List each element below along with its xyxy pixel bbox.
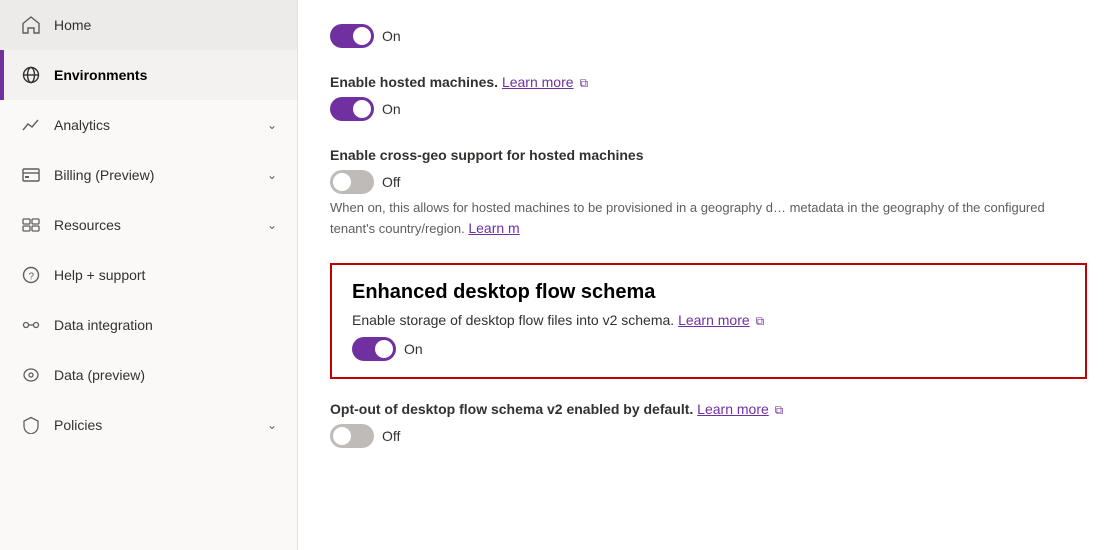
optout-row: Opt-out of desktop flow schema v2 enable…	[330, 399, 1087, 420]
svg-text:?: ?	[29, 272, 35, 283]
enhanced-schema-toggle[interactable]	[352, 337, 396, 361]
globe-icon	[20, 64, 42, 86]
sidebar-item-home[interactable]: Home	[0, 0, 297, 50]
cross-geo-toggle[interactable]	[330, 170, 374, 194]
enhanced-schema-toggle-label: On	[404, 341, 423, 357]
optout-toggle[interactable]	[330, 424, 374, 448]
resources-chevron-icon: ⌄	[267, 218, 277, 232]
sidebar-item-billing-label: Billing (Preview)	[54, 167, 267, 183]
optout-bold: Opt-out of desktop flow schema v2 enable…	[330, 401, 693, 417]
enhanced-schema-toggle-thumb	[375, 340, 393, 358]
sidebar-item-home-label: Home	[54, 17, 277, 33]
enhanced-schema-learn-more[interactable]: Learn more	[678, 312, 750, 328]
sidebar-item-data-integration[interactable]: Data integration	[0, 300, 297, 350]
optout-toggle-label: Off	[382, 428, 400, 444]
enhanced-schema-title: Enhanced desktop flow schema	[352, 281, 1065, 304]
sidebar-item-data-preview-label: Data (preview)	[54, 367, 277, 383]
cross-geo-section: Enable cross-geo support for hosted mach…	[330, 145, 1087, 239]
cross-geo-description: When on, this allows for hosted machines…	[330, 198, 1087, 239]
hosted-machines-external-icon: ⧉	[579, 76, 588, 90]
sidebar-item-environments-label: Environments	[54, 67, 277, 83]
sidebar-item-resources-label: Resources	[54, 217, 267, 233]
toggle-thumb-1	[353, 27, 371, 45]
sidebar-item-help[interactable]: ? Help + support	[0, 250, 297, 300]
home-icon	[20, 14, 42, 36]
sidebar: Home Environments Analytics ⌄	[0, 0, 298, 550]
optout-label: Opt-out of desktop flow schema v2 enable…	[330, 399, 783, 420]
billing-icon	[20, 164, 42, 186]
sidebar-item-policies-label: Policies	[54, 417, 267, 433]
cross-geo-bold: Enable cross-geo support for hosted mach…	[330, 147, 644, 163]
hosted-machines-toggle[interactable]	[330, 97, 374, 121]
enhanced-schema-toggle-wrap: On	[352, 337, 1065, 361]
hosted-machines-bold: Enable hosted machines.	[330, 74, 498, 90]
toggle-row-1: On	[330, 24, 1087, 48]
resources-icon	[20, 214, 42, 236]
optout-toggle-thumb	[333, 427, 351, 445]
analytics-icon	[20, 114, 42, 136]
enhanced-schema-desc: Enable storage of desktop flow files int…	[352, 312, 1065, 329]
cross-geo-label: Enable cross-geo support for hosted mach…	[330, 145, 644, 166]
hosted-machines-row: Enable hosted machines. Learn more ⧉	[330, 72, 1087, 93]
cross-geo-row: Enable cross-geo support for hosted mach…	[330, 145, 1087, 166]
optout-toggle-wrap: Off	[330, 424, 1087, 448]
sidebar-item-resources[interactable]: Resources ⌄	[0, 200, 297, 250]
cross-geo-learn-more[interactable]: Learn m	[468, 220, 519, 236]
sidebar-item-policies[interactable]: Policies ⌄	[0, 400, 297, 450]
cross-geo-toggle-thumb	[333, 173, 351, 191]
sidebar-item-billing[interactable]: Billing (Preview) ⌄	[0, 150, 297, 200]
hosted-machines-toggle-label: On	[382, 101, 401, 117]
sidebar-item-analytics-label: Analytics	[54, 117, 267, 133]
main-content: On Enable hosted machines. Learn more ⧉ …	[298, 0, 1119, 550]
toggle-1[interactable]	[330, 24, 374, 48]
hosted-machines-section: Enable hosted machines. Learn more ⧉ On	[330, 72, 1087, 121]
hosted-machines-learn-more[interactable]: Learn more	[502, 74, 574, 90]
policies-chevron-icon: ⌄	[267, 418, 277, 432]
optout-learn-more[interactable]: Learn more	[697, 401, 769, 417]
enhanced-schema-desc-text: Enable storage of desktop flow files int…	[352, 312, 674, 328]
sidebar-item-help-label: Help + support	[54, 267, 277, 283]
enhanced-schema-external-icon: ⧉	[756, 314, 765, 328]
sidebar-item-analytics[interactable]: Analytics ⌄	[0, 100, 297, 150]
sidebar-item-data-integration-label: Data integration	[54, 317, 277, 333]
billing-chevron-icon: ⌄	[267, 168, 277, 182]
optout-section: Opt-out of desktop flow schema v2 enable…	[330, 399, 1087, 448]
toggle-section-1: On	[330, 24, 1087, 48]
sidebar-item-data-preview[interactable]: Data (preview)	[0, 350, 297, 400]
optout-external-icon: ⧉	[775, 403, 784, 417]
hosted-machines-toggle-wrap: On	[330, 97, 1087, 121]
cross-geo-toggle-wrap: Off	[330, 170, 1087, 194]
data-integration-icon	[20, 314, 42, 336]
hosted-machines-label: Enable hosted machines. Learn more ⧉	[330, 72, 588, 93]
analytics-chevron-icon: ⌄	[267, 118, 277, 132]
policies-icon	[20, 414, 42, 436]
cross-geo-toggle-label: Off	[382, 174, 400, 190]
data-preview-icon	[20, 364, 42, 386]
hosted-machines-toggle-thumb	[353, 100, 371, 118]
sidebar-item-environments[interactable]: Environments	[0, 50, 297, 100]
enhanced-schema-section: Enhanced desktop flow schema Enable stor…	[330, 263, 1087, 379]
help-icon: ?	[20, 264, 42, 286]
toggle-1-label: On	[382, 28, 401, 44]
